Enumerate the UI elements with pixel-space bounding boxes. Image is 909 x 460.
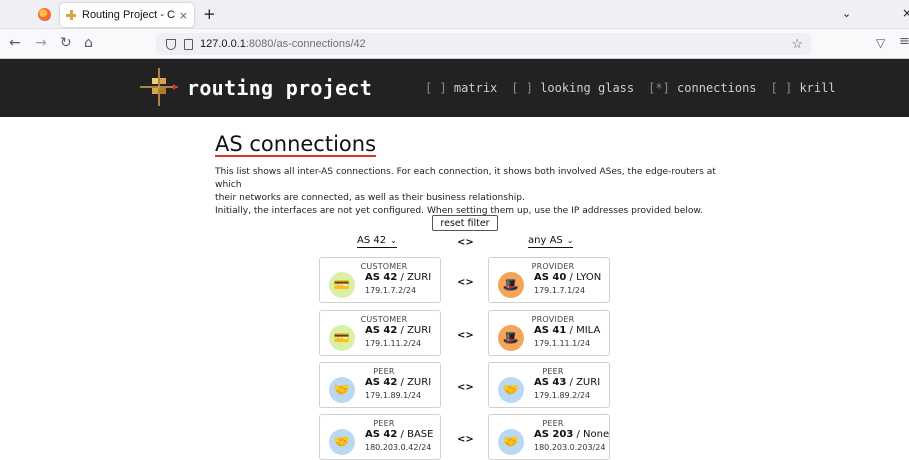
url-host: 127.0.0.1 (200, 38, 246, 50)
connection-card-left[interactable]: CUSTOMER 💳 AS 42 / ZURI 179.1.7.2/24 (319, 257, 441, 303)
tab-close-icon[interactable]: × (179, 9, 188, 22)
nav-item-looking-glass[interactable]: [ ] looking glass (511, 81, 634, 95)
new-tab-button[interactable]: + (203, 5, 216, 23)
window-close-icon[interactable]: × (902, 6, 909, 20)
url-bar[interactable]: 127.0.0.1 :8080/as-connections/42 ☆ (156, 33, 811, 55)
connection-card-right[interactable]: PEER 🤝 AS 203 / None 180.203.0.203/24 (488, 414, 610, 460)
chevron-down-icon: ⌄ (566, 236, 574, 245)
back-arrow-icon[interactable]: ← (9, 35, 21, 51)
filter-row: reset filter AS 42 ⌄ <> any AS ⌄ (0, 215, 909, 255)
right-as-filter-select[interactable]: any AS ⌄ (528, 235, 574, 248)
credit-card-icon: 💳 (329, 325, 355, 351)
page-title: AS connections (215, 132, 377, 156)
reload-icon[interactable]: ↻ (60, 35, 72, 51)
connection-separator: <> (457, 330, 474, 341)
connection-separator: <> (457, 277, 474, 288)
home-icon[interactable]: ⌂ (84, 35, 93, 51)
tab-list-chevron-icon[interactable]: ⌄ (842, 7, 851, 20)
connection-separator: <> (457, 382, 474, 393)
connection-card-left[interactable]: PEER 🤝 AS 42 / ZURI 179.1.89.1/24 (319, 362, 441, 408)
handshake-icon: 🤝 (329, 429, 355, 455)
chevron-down-icon: ⌄ (390, 236, 397, 245)
credit-card-icon: 💳 (329, 272, 355, 298)
connection-card-left[interactable]: CUSTOMER 💳 AS 42 / ZURI 179.1.11.2/24 (319, 310, 441, 356)
bookmark-star-icon[interactable]: ☆ (791, 36, 803, 52)
handshake-icon: 🤝 (498, 429, 524, 455)
handshake-icon: 🤝 (498, 377, 524, 403)
reset-filter-button[interactable]: reset filter (432, 215, 498, 231)
pocket-icon[interactable]: ▽ (876, 36, 885, 50)
site-header: routing project [ ] matrix [ ] looking g… (0, 59, 909, 117)
filter-separator: <> (457, 237, 474, 248)
nav-item-connections[interactable]: [*] connections (648, 81, 756, 95)
tab-title: Routing Project - Connect (82, 9, 175, 21)
nav-item-krill[interactable]: [ ] krill (771, 81, 836, 95)
hamburger-menu-icon[interactable]: ≡ (899, 34, 909, 49)
connection-card-right[interactable]: PROVIDER 🎩 AS 40 / LYON 179.1.7.1/24 (488, 257, 610, 303)
connection-card-right[interactable]: PROVIDER 🎩 AS 41 / MILA 179.1.11.1/24 (488, 310, 610, 356)
firefox-icon[interactable] (38, 8, 51, 21)
handshake-icon: 🤝 (329, 377, 355, 403)
left-as-filter-select[interactable]: AS 42 ⌄ (357, 235, 397, 248)
forward-arrow-icon[interactable]: → (35, 35, 47, 51)
tracking-shield-icon[interactable] (166, 38, 176, 50)
connection-card-right[interactable]: PEER 🤝 AS 43 / ZURI 179.1.89.2/24 (488, 362, 610, 408)
browser-tab[interactable]: Routing Project - Connect × (60, 3, 194, 27)
browser-tabbar: Routing Project - Connect × + ⌄ × (0, 0, 909, 29)
top-hat-icon: 🎩 (498, 325, 524, 351)
connection-card-left[interactable]: PEER 🤝 AS 42 / BASE 180.203.0.42/24 (319, 414, 441, 460)
main-content: AS connections This list shows all inter… (215, 132, 735, 218)
connection-separator: <> (457, 434, 474, 445)
page-info-icon[interactable] (184, 38, 193, 50)
site-nav: [ ] matrix [ ] looking glass [*] connect… (425, 81, 836, 95)
site-favicon-icon (66, 10, 76, 20)
intro-text: This list shows all inter-AS connections… (215, 167, 716, 216)
routing-logo-icon[interactable] (140, 68, 178, 106)
top-hat-icon: 🎩 (498, 272, 524, 298)
browser-navbar: ← → ↻ ⌂ 127.0.0.1 :8080/as-connections/4… (0, 29, 909, 59)
nav-item-matrix[interactable]: [ ] matrix (425, 81, 497, 95)
url-path: :8080/as-connections/42 (245, 38, 366, 50)
site-title[interactable]: routing project (187, 76, 372, 100)
